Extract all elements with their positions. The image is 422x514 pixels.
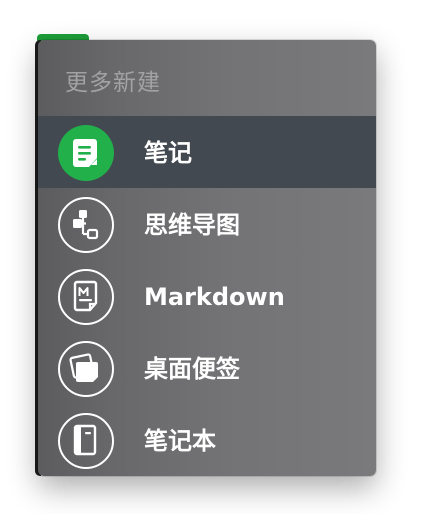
- menu-item-markdown[interactable]: Markdown: [38, 260, 376, 332]
- menu-item-mind-map[interactable]: 思维导图: [38, 188, 376, 260]
- menu-item-label: 思维导图: [144, 211, 240, 239]
- markdown-icon: [58, 269, 114, 325]
- menu-item-label: 笔记本: [144, 427, 216, 455]
- notebook-icon: [58, 413, 114, 469]
- menu-item-label: 桌面便签: [144, 355, 240, 383]
- menu-item-note[interactable]: 笔记: [38, 116, 376, 188]
- menu-item-sticky-note[interactable]: 桌面便签: [38, 332, 376, 404]
- mind-map-icon: [58, 197, 114, 253]
- menu-item-label: Markdown: [144, 283, 285, 311]
- menu-item-notebook[interactable]: 笔记本: [38, 404, 376, 476]
- popup-stage: 更多新建 笔记 思维导图 Markdown 桌面便签 笔记本: [0, 0, 422, 514]
- sticky-note-icon: [58, 341, 114, 397]
- new-item-menu: 更多新建 笔记 思维导图 Markdown 桌面便签 笔记本: [38, 40, 376, 476]
- menu-header: 更多新建: [65, 70, 161, 96]
- menu-item-label: 笔记: [144, 139, 192, 167]
- note-icon: [58, 125, 114, 181]
